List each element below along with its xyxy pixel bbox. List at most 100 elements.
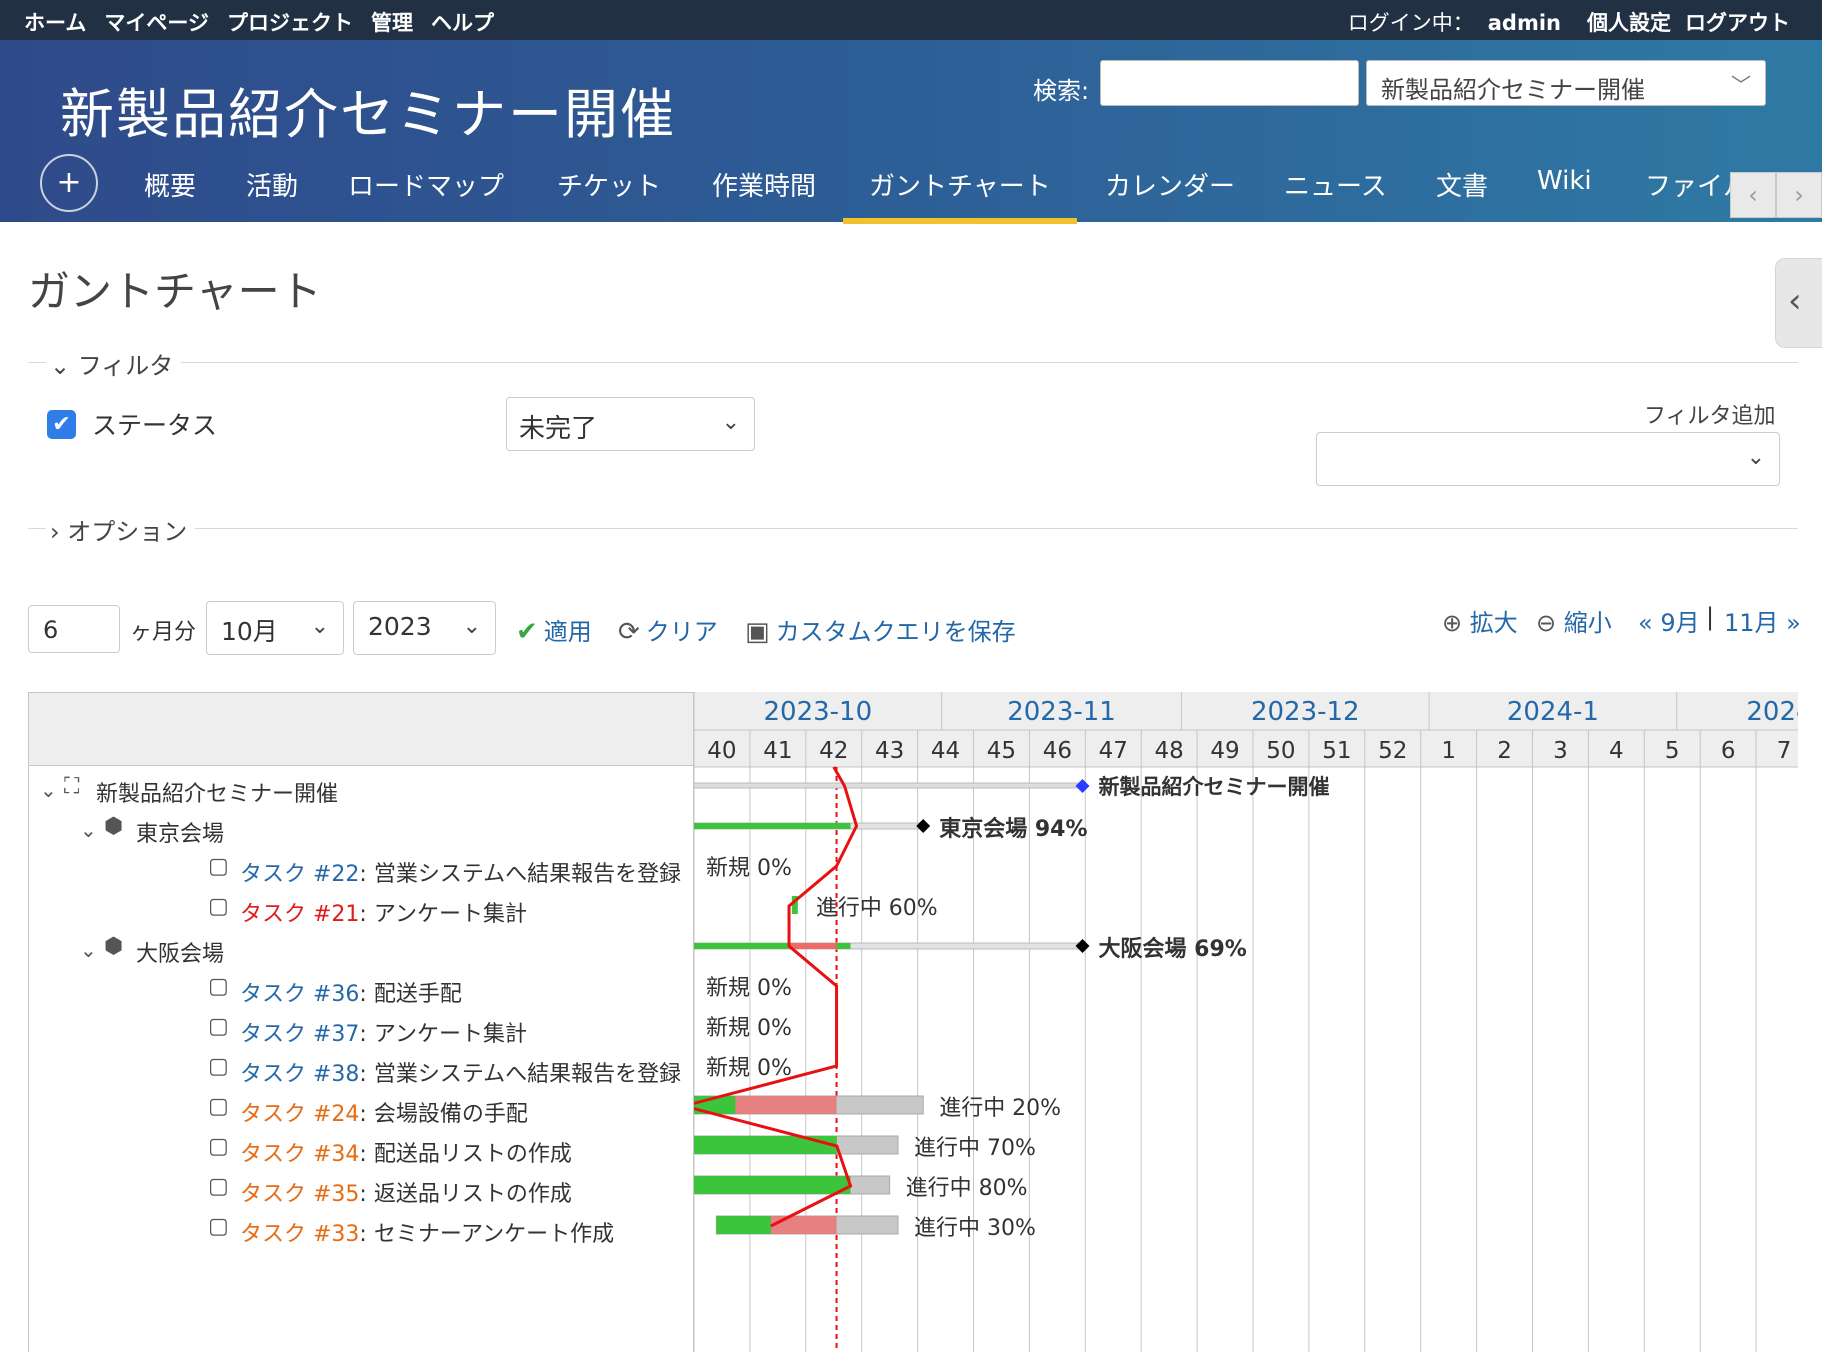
week-header-label: 51 — [1322, 738, 1351, 764]
tab-time-entries[interactable]: 作業時間 — [712, 166, 816, 203]
zoom-in-icon: ⊕ — [1442, 609, 1463, 637]
version-bar-done — [694, 823, 851, 829]
issue-row-label: タスク #38: 営業システムへ結果報告を登録 — [240, 1056, 681, 1088]
issue-row-label: タスク #35: 返送品リストの作成 — [240, 1176, 572, 1208]
next-month-link[interactable]: 11月 » — [1724, 603, 1801, 638]
week-header-label: 4 — [1609, 738, 1624, 764]
issue-link[interactable]: タスク #34 — [240, 1142, 359, 1167]
top-link-admin[interactable]: 管理 — [371, 7, 413, 37]
expand-toggle-icon[interactable]: ⌄ — [80, 818, 97, 842]
login-user-link[interactable]: admin — [1488, 11, 1561, 35]
issue-link[interactable]: タスク #33 — [240, 1222, 359, 1247]
week-header-label: 44 — [931, 738, 960, 764]
account-menu: ログイン中： admin 個人設定 ログアウト — [1348, 7, 1790, 37]
filters-legend-label: フィルタ — [77, 352, 174, 380]
week-header-label: 46 — [1043, 738, 1072, 764]
expand-toggle-icon[interactable]: ⌄ — [80, 938, 97, 962]
tab-documents[interactable]: 文書 — [1436, 166, 1488, 203]
issue-row-label: タスク #21: アンケート集計 — [240, 896, 527, 928]
chevron-left-icon: ‹ — [1788, 281, 1802, 321]
save-icon: ▣ — [745, 617, 770, 647]
tab-gantt[interactable]: ガントチャート — [843, 166, 1077, 224]
project-bar — [694, 782, 1084, 789]
tab-issues[interactable]: チケット — [557, 166, 661, 203]
month-header-label: 2023-10 — [763, 697, 872, 727]
version-package-icon: ⬢ — [104, 934, 124, 959]
week-header-label: 6 — [1721, 738, 1736, 764]
tab-news[interactable]: ニュース — [1284, 166, 1387, 203]
project-row-label[interactable]: 新製品紹介セミナー開催 — [96, 776, 338, 808]
version-row-label[interactable]: 大阪会場 — [136, 936, 224, 968]
issue-link[interactable]: タスク #36 — [240, 982, 359, 1007]
issue-status-label: 新規 0% — [706, 1016, 792, 1041]
my-account-link[interactable]: 個人設定 — [1587, 7, 1671, 37]
chevron-down-icon: ⌄ — [1746, 445, 1765, 470]
save-query-button[interactable]: ▣ カスタムクエリを保存 — [745, 612, 1016, 647]
clear-button[interactable]: ⟳ クリア — [618, 612, 718, 647]
sidebar-toggle-button[interactable]: ‹ — [1775, 258, 1822, 348]
month-select[interactable]: 10月 ⌄ — [206, 601, 344, 655]
tab-roadmap[interactable]: ロードマップ — [348, 166, 504, 203]
top-link-home[interactable]: ホーム — [24, 7, 86, 37]
gantt-chart-area: 2023-102023-112023-122024-12024-24041424… — [694, 692, 1798, 1352]
new-object-button[interactable]: + — [40, 154, 98, 212]
project-jump-select[interactable]: 新製品紹介セミナー開催 ﹀ — [1366, 60, 1766, 106]
issue-icon: ▢ — [208, 1014, 229, 1039]
gantt-subject-header — [29, 693, 694, 766]
top-link-my-page[interactable]: マイページ — [104, 7, 209, 37]
month-header-label: 2024-2 — [1746, 697, 1798, 727]
tab-activity[interactable]: 活動 — [246, 166, 298, 203]
week-header-label: 40 — [707, 738, 736, 764]
checkmark-icon: ✔ — [516, 617, 538, 647]
tab-wiki[interactable]: Wiki — [1537, 166, 1592, 196]
chevron-down-icon: ⌄ — [721, 410, 740, 435]
chevron-right-icon: › — [1794, 181, 1804, 209]
issue-link[interactable]: タスク #22 — [240, 862, 359, 887]
top-menu-left: ホーム マイページ プロジェクト 管理 ヘルプ — [24, 7, 494, 37]
issue-status-label: 進行中 70% — [914, 1136, 1036, 1161]
tabs-scroll-left-button[interactable]: ‹ — [1730, 172, 1776, 218]
issue-icon: ▢ — [208, 974, 229, 999]
version-package-icon: ⬢ — [104, 814, 124, 839]
issue-bar-done — [716, 1216, 771, 1234]
issue-subject: : 配送手配 — [359, 982, 462, 1007]
filters-legend[interactable]: ⌄ フィルタ — [46, 346, 182, 381]
week-header-label: 2 — [1497, 738, 1512, 764]
issue-link[interactable]: タスク #37 — [240, 1022, 359, 1047]
issue-subject: : 営業システムへ結果報告を登録 — [359, 862, 682, 887]
week-header-label: 3 — [1553, 738, 1568, 764]
issue-row-label: タスク #37: アンケート集計 — [240, 1016, 527, 1048]
tab-overview[interactable]: 概要 — [144, 166, 196, 203]
week-header-label: 1 — [1441, 738, 1456, 764]
issue-link[interactable]: タスク #21 — [240, 902, 359, 927]
options-legend[interactable]: › オプション — [46, 512, 196, 547]
week-header-label: 50 — [1266, 738, 1295, 764]
top-link-projects[interactable]: プロジェクト — [227, 7, 353, 37]
issue-icon: ▢ — [208, 1094, 229, 1119]
issue-link[interactable]: タスク #35 — [240, 1182, 359, 1207]
year-select[interactable]: 2023 ⌄ — [353, 601, 496, 655]
tab-calendar[interactable]: カレンダー — [1105, 166, 1235, 203]
project-title: 新製品紹介セミナー開催 — [60, 83, 676, 146]
issue-link[interactable]: タスク #38 — [240, 1062, 359, 1087]
zoom-out-button[interactable]: ⊖ 縮小 — [1536, 603, 1612, 638]
issue-link[interactable]: タスク #24 — [240, 1102, 359, 1127]
page-title: ガントチャート — [28, 267, 322, 316]
issue-status-label: 進行中 30% — [914, 1216, 1036, 1241]
search-input[interactable] — [1100, 60, 1359, 106]
expand-toggle-icon[interactable]: ⌄ — [40, 778, 57, 802]
version-row-label[interactable]: 東京会場 — [136, 816, 224, 848]
months-input[interactable]: 6 — [28, 605, 120, 653]
zoom-in-button[interactable]: ⊕ 拡大 — [1442, 603, 1518, 638]
add-filter-select[interactable]: ⌄ — [1316, 432, 1780, 486]
status-filter-checkbox[interactable]: ✔ — [47, 410, 76, 439]
week-header-label: 43 — [875, 738, 904, 764]
apply-button[interactable]: ✔ 適用 — [516, 612, 592, 647]
reload-icon: ⟳ — [618, 617, 640, 647]
status-operator-select[interactable]: 未完了 ⌄ — [506, 397, 755, 451]
logout-link[interactable]: ログアウト — [1685, 7, 1790, 37]
top-link-help[interactable]: ヘルプ — [431, 7, 494, 37]
previous-month-link[interactable]: « 9月 — [1638, 603, 1700, 638]
tabs-scroll-right-button[interactable]: › — [1776, 172, 1822, 218]
save-query-label: カスタムクエリを保存 — [775, 618, 1016, 646]
